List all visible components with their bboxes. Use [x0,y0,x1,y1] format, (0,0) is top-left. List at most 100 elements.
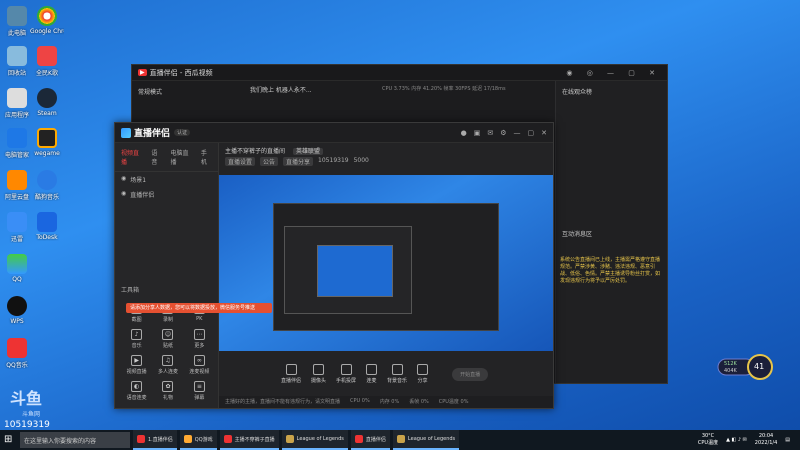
control-button[interactable]: 摄像头 [311,364,326,384]
settings-icon[interactable]: ⚙ [500,129,506,137]
kugou-icon [37,170,57,190]
close-icon[interactable]: ✕ [541,129,547,137]
status-bar: 主播好的主播，直播间不能有违规行为，请文明直播 CPU 0% 内存 0% 丢帧 … [219,396,553,408]
eye-icon[interactable]: ◉ [121,175,126,184]
bg-titlebar: ▶ 直播伴侣 - 西瓜视频 ◉ ◎ — ▢ ✕ [132,65,667,81]
camera-icon [313,364,325,375]
control-button[interactable]: 手机投屏 [336,364,356,384]
desktop-icon[interactable]: QQ [0,254,34,283]
desktop-icon[interactable]: 全民K歌 [30,46,64,77]
taskbar-app[interactable]: 直播伴侣 [350,430,390,450]
search-input[interactable]: 在这里输入你要搜索的内容 [20,432,130,448]
tab-voice[interactable]: 语音 [151,148,162,166]
scene-item[interactable]: ◉ 场景1 [115,172,218,187]
recycle-bin-icon [7,46,27,66]
video-icon: ▶ [131,355,143,366]
taskbar-app[interactable]: 主播不穿裤子直播 [219,430,279,450]
settings-chip[interactable]: 直播设置 [225,157,256,166]
taskbar-app[interactable]: 1.直播伴侣 [133,430,177,450]
app-logo: 直播伴侣 [121,126,170,139]
mic-icon: ♫ [162,355,174,366]
control-button[interactable]: 连麦 [366,364,378,384]
tool-item[interactable]: ≡ 弹幕 [184,381,215,401]
live-companion-window[interactable]: 直播伴侣 认证 ● ▣ ✉ ⚙ — ▢ ✕ 视频直播 语音 电脑直播 手机 ◉ 场… [114,122,554,409]
source-item[interactable]: ◉ 直播伴侣 [115,187,218,202]
sticker-icon: ☺ [162,329,174,340]
mode-tabs: 视频直播 语音 电脑直播 手机 [115,143,218,172]
desktop-icon[interactable]: Steam [30,88,64,117]
bg-stats: CPU 3.73% 内存 41.20% 帧率 30FPS 延迟 17/18ms [382,86,506,92]
stream-preview[interactable] [219,175,553,351]
desktop-icon[interactable]: 应用程序 [0,88,34,119]
system-announcement: 系统公告直播间已上线，主播需严格遵守直播规范。严禁涉黄、涉赌、违法违规、恶意引战… [560,257,661,284]
tip-toast[interactable]: 请添加分享人数据，您可以将数据投放，微信服务号推送 [126,303,272,313]
douyu-watermark: 斗鱼 斗鱼网 10519319 [4,389,50,430]
tab-mobile[interactable]: 手机 [201,148,212,166]
eye-icon[interactable]: ◉ [121,190,126,199]
taskbar-app[interactable]: League of Legends [392,430,460,450]
share-icon [417,364,429,375]
notice-chip[interactable]: 公告 [260,157,279,166]
control-button[interactable]: 背景音乐 [387,364,407,384]
tab-video-live[interactable]: 视频直播 [121,148,143,166]
maximize-icon[interactable]: ▢ [528,129,535,137]
desktop-icon[interactable]: 回收站 [0,46,34,77]
shield-icon [7,128,27,148]
control-button[interactable]: 分享 [417,364,429,384]
gift-icon: ✿ [162,381,174,392]
live-title[interactable]: 主播不穿裤子的直播间 [225,148,285,155]
share-chip[interactable]: 直播分享 [283,157,314,166]
desktop-icon[interactable]: 此电脑 [0,6,34,37]
live-info: 主播不穿裤子的直播间 英雄联盟 直播设置 公告 直播分享 10519319 50… [219,143,553,167]
windows-start-icon[interactable]: ⊞ [4,434,12,445]
nested-window [273,203,499,331]
control-button[interactable]: 直播伴侣 [281,364,301,384]
tool-item[interactable]: ∞ 连麦视频 [184,355,215,375]
tool-item[interactable]: ♪ 音乐 [121,329,152,349]
preview-area[interactable] [219,175,553,351]
category-chip[interactable]: 英雄联盟 [292,148,323,155]
bg-right-panel: 在线观众榜 互动消息区 系统公告直播间已上线，主播需严格遵守直播规范。严禁涉黄、… [555,81,667,383]
taskbar-app[interactable]: League of Legends [281,430,348,450]
desktop-icon[interactable]: Google Chrome [30,6,64,35]
tray-icons[interactable]: ▲ ◧ ♪ ✉ [726,437,747,443]
window-controls[interactable]: ◉ ◎ — ▢ ✕ [566,69,661,77]
computer-icon [7,6,27,26]
avatar-icon[interactable]: ● [461,129,467,137]
desktop-icon[interactable]: 酷狗音乐 [30,170,64,201]
chat-title: 互动消息区 [562,231,593,238]
tool-item[interactable]: ⋯ 更多 [184,329,215,349]
music-icon [391,364,403,375]
tool-item[interactable]: ☺ 贴纸 [152,329,183,349]
danmaku-icon: ≡ [193,381,205,392]
clock[interactable]: 20:04 2022/1/4 [755,433,777,447]
tool-item[interactable]: ♫ 多人连麦 [152,355,183,375]
logo-icon [121,127,131,138]
performance-badge[interactable]: 512K 404K 41 [714,353,776,381]
audience-rank-title: 在线观众榜 [562,89,593,96]
chrome-icon [37,6,57,26]
tool-item[interactable]: ▶ 视频直播 [121,355,152,375]
toolbox-grid: ▭截图 ●录制 ⚔PK ♪音乐 ☺贴纸 ⋯更多 ▶视频直播 ♫多人连麦 ∞连麦视… [121,303,215,401]
mode-select[interactable]: 常规模式 [138,87,162,96]
start-live-button[interactable]: 开始直播 [452,367,489,381]
desktop-icon[interactable]: 电脑管家 [0,128,34,159]
desktop-icon[interactable]: wegame [30,128,64,157]
left-panel: 视频直播 语音 电脑直播 手机 ◉场景1 ◉直播伴侣 工具箱 ▭截图 ●录制 ⚔… [115,143,219,408]
taskbar-app[interactable]: QQ游戏 [179,430,217,450]
message-icon[interactable]: ✉ [487,129,493,137]
desktop-icon[interactable]: 迅雷 [0,212,34,243]
gift-icon[interactable]: ▣ [474,129,481,137]
minimize-icon[interactable]: — [514,129,521,137]
desktop-icon[interactable]: 阿里云盘 [0,170,34,201]
window-controls[interactable]: ● ▣ ✉ ⚙ — ▢ ✕ [461,129,547,137]
tool-item[interactable]: ✿ 礼物 [152,381,183,401]
thunder-icon [7,212,27,232]
desktop-icon[interactable]: ToDesk [30,212,64,241]
desktop-icon[interactable]: WPS [0,296,34,325]
desktop-icon[interactable]: QQ音乐 [0,338,34,369]
toolbox-title: 工具箱 [121,287,140,294]
notification-icon[interactable]: ▤ [785,437,790,443]
tool-item[interactable]: ◐ 语音连麦 [121,381,152,401]
tab-pc[interactable]: 电脑直播 [171,148,193,166]
